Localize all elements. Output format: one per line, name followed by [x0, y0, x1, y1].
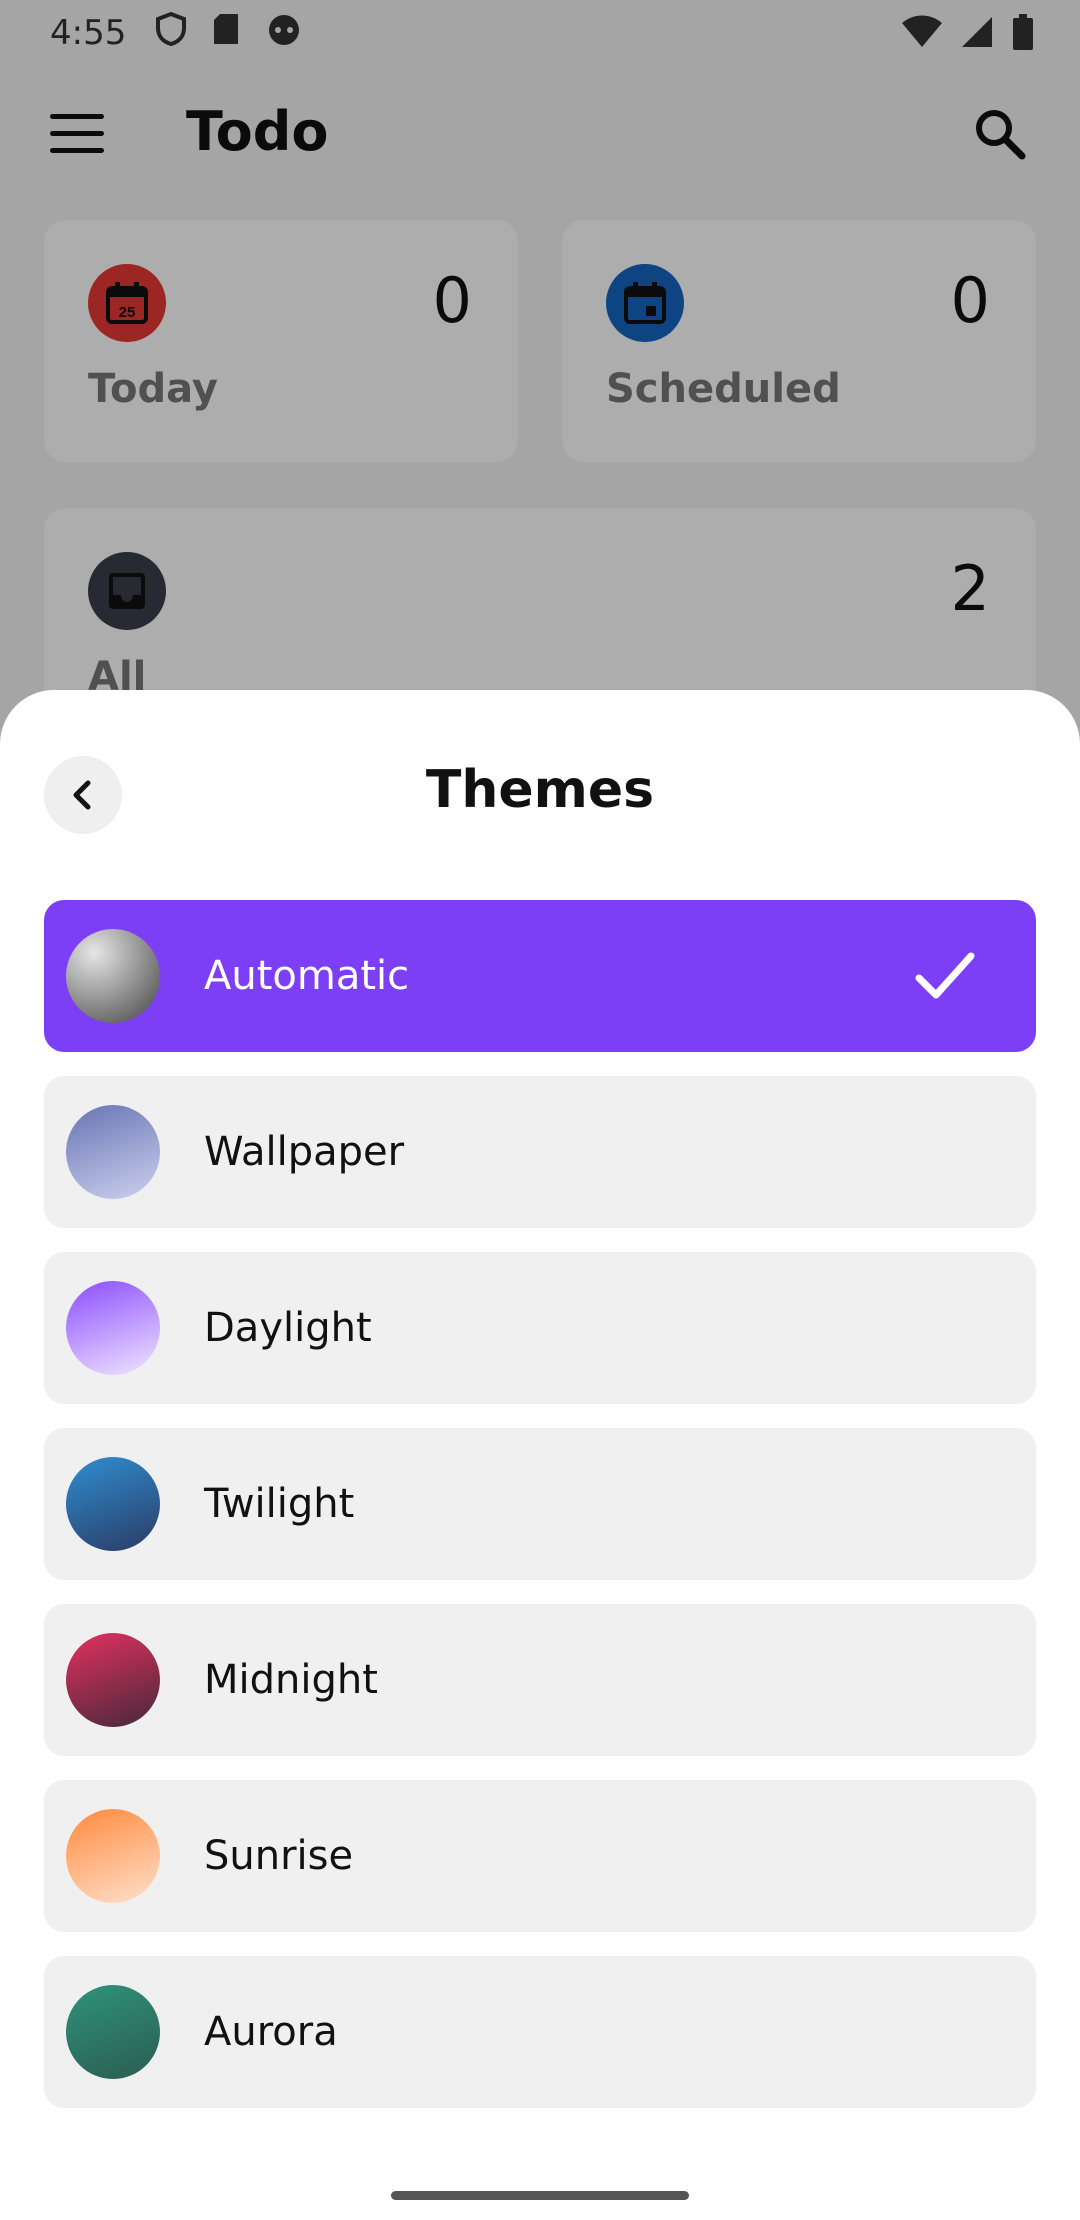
theme-label: Sunrise: [204, 1833, 354, 1879]
theme-label: Wallpaper: [204, 1129, 405, 1175]
theme-option-midnight[interactable]: Midnight: [44, 1604, 1036, 1756]
theme-label: Automatic: [204, 953, 410, 999]
theme-label: Daylight: [204, 1305, 372, 1351]
theme-option-automatic[interactable]: Automatic: [44, 900, 1036, 1052]
theme-swatch: [66, 1457, 160, 1551]
themes-bottom-sheet: Themes Automatic Wallpaper Daylight Twil…: [0, 690, 1080, 2220]
theme-swatch: [66, 1281, 160, 1375]
theme-option-wallpaper[interactable]: Wallpaper: [44, 1076, 1036, 1228]
home-indicator[interactable]: [391, 2191, 689, 2200]
theme-option-twilight[interactable]: Twilight: [44, 1428, 1036, 1580]
theme-swatch: [66, 929, 160, 1023]
theme-label: Twilight: [204, 1481, 355, 1527]
theme-swatch: [66, 1985, 160, 2079]
theme-option-sunrise[interactable]: Sunrise: [44, 1780, 1036, 1932]
sheet-title: Themes: [425, 760, 655, 820]
theme-swatch: [66, 1105, 160, 1199]
theme-option-daylight[interactable]: Daylight: [44, 1252, 1036, 1404]
theme-option-aurora[interactable]: Aurora: [44, 1956, 1036, 2108]
theme-swatch: [66, 1633, 160, 1727]
theme-label: Midnight: [204, 1657, 378, 1703]
check-icon: [915, 952, 975, 999]
theme-swatch: [66, 1809, 160, 1903]
theme-label: Aurora: [204, 2009, 338, 2055]
